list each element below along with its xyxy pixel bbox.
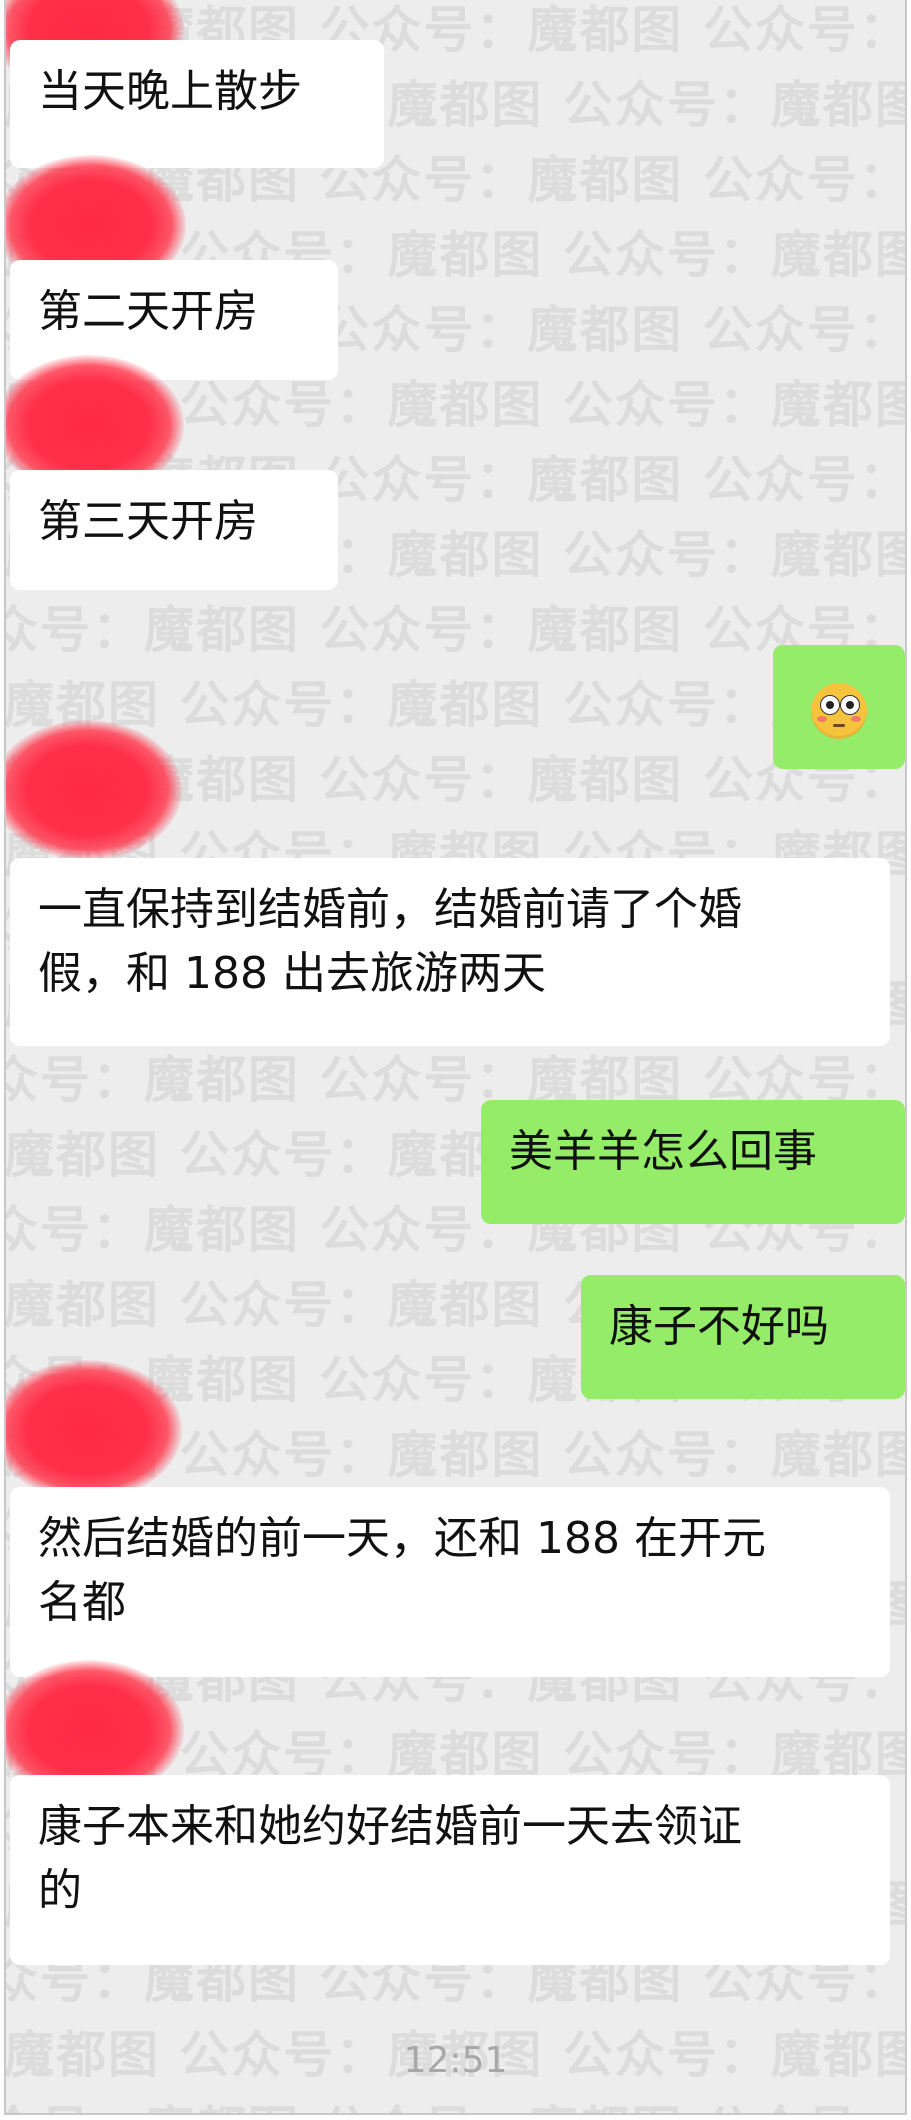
watermark-row: 公众号：魔都图 公众号：魔都图 公众号：魔都图 公众号：魔都图 公众号：魔都图 … bbox=[6, 601, 905, 659]
message-line: 的 bbox=[38, 1865, 82, 1916]
watermark-row: 公众号：魔都图 公众号：魔都图 公众号：魔都图 公众号：魔都图 公众号：魔都图 … bbox=[6, 2090, 905, 2113]
chat-window: 公众号：魔都图 公众号：魔都图 公众号：魔都图 公众号：魔都图 公众号：魔都图 … bbox=[4, 0, 907, 2115]
message-text: 美羊羊怎么回事 bbox=[509, 1126, 817, 1177]
received-message[interactable]: 一直保持到结婚前，结婚前请了个婚 假，和 188 出去旅游两天 bbox=[10, 858, 890, 1046]
sent-emoji-message[interactable] bbox=[773, 645, 905, 769]
received-message[interactable]: 然后结婚的前一天，还和 188 在开元 名都 bbox=[10, 1487, 890, 1677]
sent-message[interactable]: 美羊羊怎么回事 bbox=[481, 1100, 905, 1224]
redacted-avatar[interactable] bbox=[6, 1360, 182, 1500]
message-text: 康子不好吗 bbox=[609, 1301, 829, 1352]
message-text: 第三天开房 bbox=[38, 496, 258, 547]
watermark-row: 公众号：魔都图 公众号：魔都图 公众号：魔都图 公众号：魔都图 公众号：魔都图 … bbox=[6, 676, 905, 734]
message-text: 第二天开房 bbox=[38, 286, 258, 337]
message-line: 一直保持到结婚前，结婚前请了个婚 bbox=[38, 884, 742, 935]
flushed-face-icon bbox=[811, 683, 867, 739]
message-line: 假，和 188 出去旅游两天 bbox=[38, 948, 546, 999]
message-line: 康子本来和她约好结婚前一天去领证 bbox=[38, 1801, 742, 1852]
message-line: 名都 bbox=[38, 1577, 126, 1628]
sent-message[interactable]: 康子不好吗 bbox=[581, 1275, 905, 1399]
redacted-avatar[interactable] bbox=[6, 720, 182, 860]
received-message[interactable]: 当天晚上散步 bbox=[10, 40, 384, 168]
message-line: 然后结婚的前一天，还和 188 在开元 bbox=[38, 1513, 766, 1564]
received-message[interactable]: 康子本来和她约好结婚前一天去领证 的 bbox=[10, 1775, 890, 1965]
message-text: 当天晚上散步 bbox=[38, 66, 302, 117]
message-timestamp: 12:51 bbox=[403, 2040, 508, 2081]
received-message[interactable]: 第三天开房 bbox=[10, 470, 338, 590]
